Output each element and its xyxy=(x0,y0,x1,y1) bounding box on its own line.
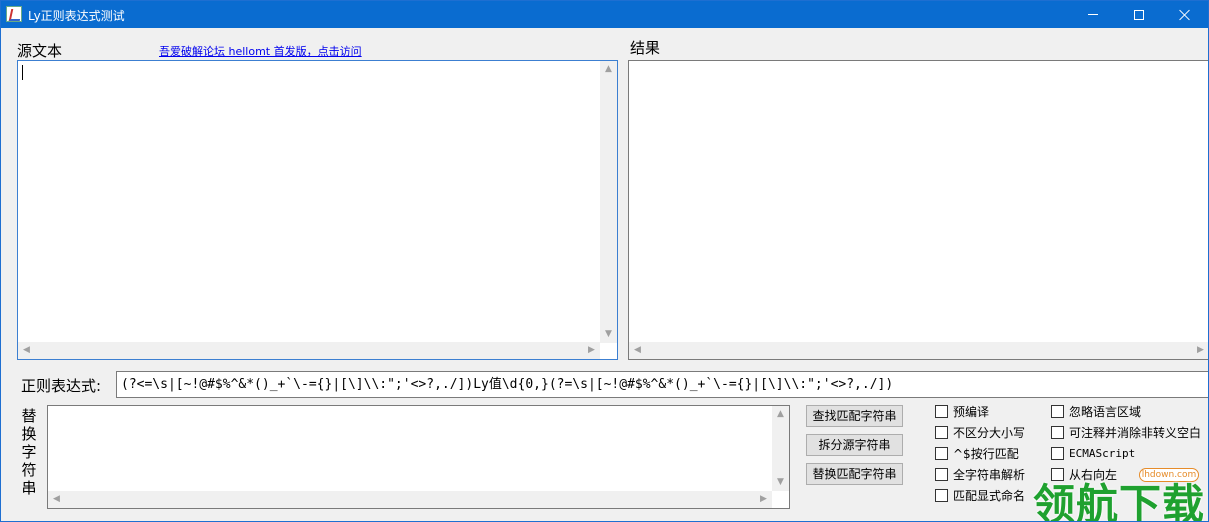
source-horizontal-scrollbar[interactable]: ◀ ▶ xyxy=(18,342,600,359)
source-textarea[interactable]: ▲ ▼ ◀ ▶ xyxy=(17,60,618,360)
watermark-brand: 领航下载 xyxy=(1033,480,1206,522)
option-label: 不区分大小写 xyxy=(953,425,1026,440)
replace-match-button[interactable]: 替换匹配字符串 xyxy=(806,463,903,485)
replace-vertical-scrollbar[interactable]: ▲ ▼ xyxy=(772,406,789,491)
scroll-up-icon[interactable]: ▲ xyxy=(772,406,789,423)
scroll-left-icon[interactable]: ◀ xyxy=(18,342,35,359)
scroll-left-icon[interactable]: ◀ xyxy=(48,491,65,508)
app-window: Ly正则表达式测试 源文本 吾爱破解论坛 hellomt 首发版，点击访问 结果… xyxy=(0,0,1209,522)
result-textarea[interactable]: ◀ ▶ xyxy=(628,60,1208,360)
option-ignore-case[interactable]: 不区分大小写 xyxy=(935,424,1025,440)
close-icon xyxy=(1179,9,1191,21)
checkbox[interactable] xyxy=(935,488,948,502)
checkbox[interactable] xyxy=(1051,404,1064,418)
app-icon xyxy=(6,6,22,22)
source-text-label: 源文本 xyxy=(17,42,63,60)
scroll-right-icon[interactable]: ▶ xyxy=(583,342,600,359)
minimize-icon xyxy=(1088,14,1098,15)
option-multiline[interactable]: ^$按行匹配 xyxy=(935,445,1019,461)
scroll-right-icon[interactable]: ▶ xyxy=(1192,342,1208,359)
window-title: Ly正则表达式测试 xyxy=(28,9,125,23)
minimize-button[interactable] xyxy=(1070,1,1116,28)
option-label: 预编译 xyxy=(953,404,990,419)
regex-input[interactable]: (?<=\s|[~!@#$%^&*()_+`\-={}|[\]\\:";'<>?… xyxy=(116,371,1208,398)
scroll-up-icon[interactable]: ▲ xyxy=(600,61,617,78)
close-button[interactable] xyxy=(1162,1,1208,28)
split-source-button[interactable]: 拆分源字符串 xyxy=(806,434,903,456)
option-label: 可注释并消除非转义空白 xyxy=(1069,425,1202,440)
maximize-icon xyxy=(1134,9,1144,20)
scroll-right-icon[interactable]: ▶ xyxy=(755,491,772,508)
result-horizontal-scrollbar[interactable]: ◀ ▶ xyxy=(629,342,1208,359)
checkbox[interactable] xyxy=(935,404,948,418)
checkbox[interactable] xyxy=(1051,425,1064,439)
scroll-down-icon[interactable]: ▼ xyxy=(600,326,617,343)
option-singleline[interactable]: 全字符串解析 xyxy=(935,466,1025,482)
source-vertical-scrollbar[interactable]: ▲ ▼ xyxy=(600,61,617,343)
maximize-button[interactable] xyxy=(1116,1,1162,28)
text-caret xyxy=(22,65,23,80)
option-explicit-capture[interactable]: 匹配显式命名 xyxy=(935,487,1025,503)
regex-label: 正则表达式: xyxy=(21,377,102,395)
scroll-down-icon[interactable]: ▼ xyxy=(772,474,789,491)
title-bar[interactable]: Ly正则表达式测试 xyxy=(1,1,1208,28)
option-label: ECMAScript xyxy=(1069,446,1136,460)
option-label: 忽略语言区域 xyxy=(1069,404,1142,419)
option-label: ^$按行匹配 xyxy=(953,446,1019,461)
option-precompile[interactable]: 预编译 xyxy=(935,403,989,419)
replace-string-label: 替换字符串 xyxy=(21,407,37,497)
option-ecmascript[interactable]: ECMAScript xyxy=(1051,445,1135,461)
checkbox[interactable] xyxy=(935,425,948,439)
option-ignore-whitespace[interactable]: 可注释并消除非转义空白 xyxy=(1051,424,1201,440)
find-match-button[interactable]: 查找匹配字符串 xyxy=(806,405,903,427)
result-label: 结果 xyxy=(630,39,661,57)
replace-textarea[interactable]: ▲ ▼ ◀ ▶ xyxy=(47,405,790,509)
replace-horizontal-scrollbar[interactable]: ◀ ▶ xyxy=(48,491,772,508)
scroll-left-icon[interactable]: ◀ xyxy=(629,342,646,359)
option-label: 全字符串解析 xyxy=(953,467,1026,482)
checkbox[interactable] xyxy=(935,467,948,481)
checkbox[interactable] xyxy=(935,446,948,460)
forum-link[interactable]: 吾爱破解论坛 hellomt 首发版，点击访问 xyxy=(159,43,362,59)
watermark-logo: lhdown.com 领航下载 xyxy=(1031,463,1208,522)
option-label: 匹配显式命名 xyxy=(953,488,1026,503)
option-culture-invariant[interactable]: 忽略语言区域 xyxy=(1051,403,1141,419)
checkbox[interactable] xyxy=(1051,446,1064,460)
